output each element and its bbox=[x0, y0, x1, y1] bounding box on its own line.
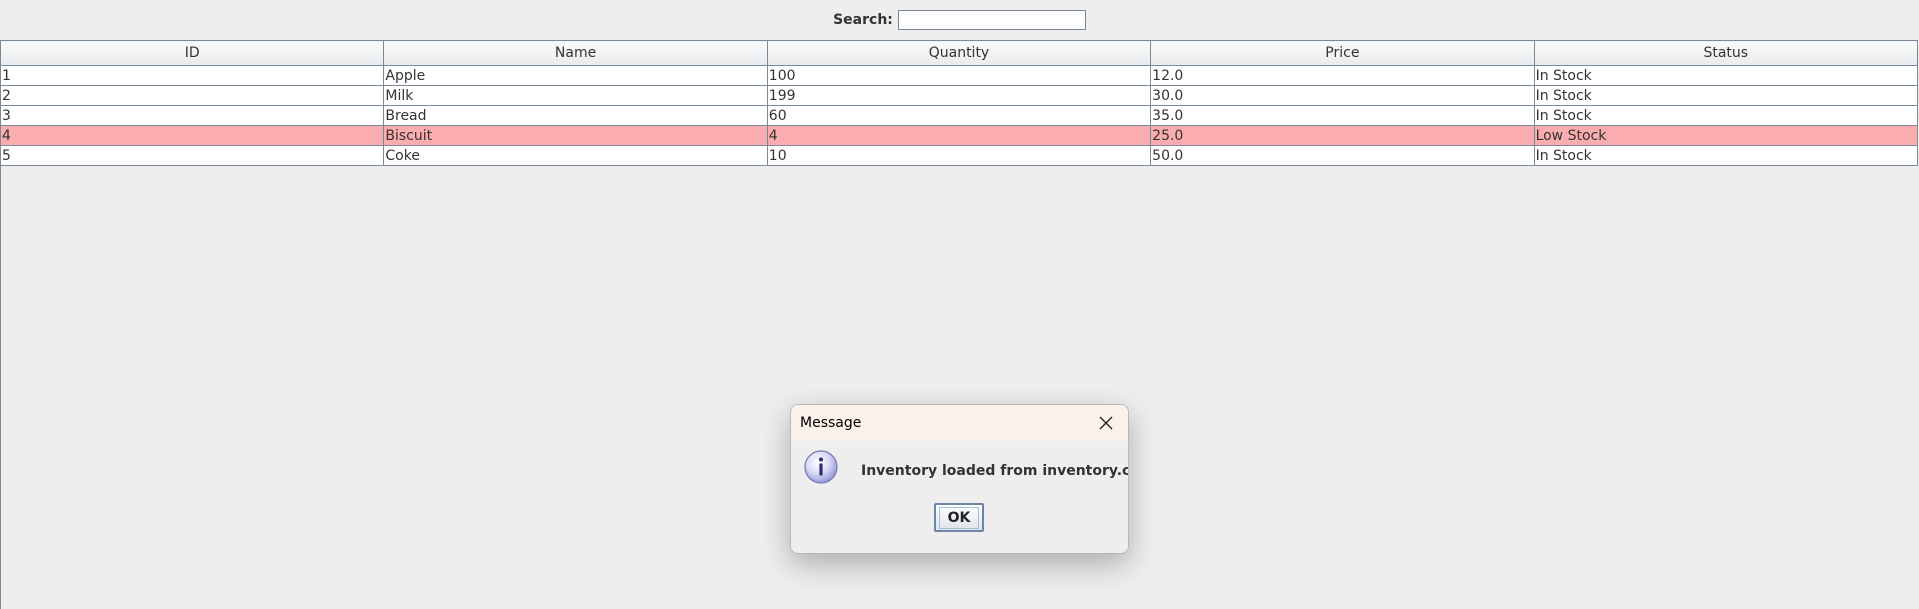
table-row[interactable]: 2 Milk 199 30.0 In Stock bbox=[0, 85, 1918, 106]
table-header-row: ID Name Quantity Price Status bbox=[0, 40, 1918, 66]
cell-name[interactable]: Apple bbox=[383, 65, 768, 86]
info-icon bbox=[804, 450, 838, 484]
cell-id[interactable]: 3 bbox=[0, 105, 385, 126]
cell-price[interactable]: 25.0 bbox=[1150, 125, 1535, 146]
cell-status[interactable]: In Stock bbox=[1533, 65, 1918, 86]
search-bar: Search: bbox=[0, 0, 1919, 40]
table-row[interactable]: 3 Bread 60 35.0 In Stock bbox=[0, 105, 1918, 126]
cell-quantity[interactable]: 10 bbox=[766, 145, 1152, 166]
cell-status[interactable]: In Stock bbox=[1533, 85, 1918, 106]
inventory-table: ID Name Quantity Price Status 1 Apple 10… bbox=[0, 40, 1918, 166]
cell-price[interactable]: 12.0 bbox=[1150, 65, 1535, 86]
cell-quantity[interactable]: 60 bbox=[766, 105, 1152, 126]
cell-name[interactable]: Milk bbox=[383, 85, 768, 106]
cell-id[interactable]: 5 bbox=[0, 145, 385, 166]
cell-id[interactable]: 4 bbox=[0, 125, 385, 146]
column-header-status[interactable]: Status bbox=[1533, 40, 1918, 66]
ok-button-label: OK bbox=[938, 506, 980, 529]
cell-id[interactable]: 2 bbox=[0, 85, 385, 106]
cell-status[interactable]: In Stock bbox=[1533, 145, 1918, 166]
cell-quantity[interactable]: 199 bbox=[766, 85, 1152, 106]
cell-price[interactable]: 30.0 bbox=[1150, 85, 1535, 106]
cell-price[interactable]: 35.0 bbox=[1150, 105, 1535, 126]
table-row[interactable]: 1 Apple 100 12.0 In Stock bbox=[0, 65, 1918, 86]
cell-quantity[interactable]: 4 bbox=[766, 125, 1152, 146]
column-header-name[interactable]: Name bbox=[383, 40, 768, 66]
table-row[interactable]: 5 Coke 10 50.0 In Stock bbox=[0, 145, 1918, 166]
table-row-low-stock[interactable]: 4 Biscuit 4 25.0 Low Stock bbox=[0, 125, 1918, 146]
dialog-body: Inventory loaded from inventory.csv OK bbox=[791, 441, 1128, 553]
cell-status[interactable]: In Stock bbox=[1533, 105, 1918, 126]
cell-name[interactable]: Biscuit bbox=[383, 125, 768, 146]
app-window: Search: ID Name Quantity Price Status 1 … bbox=[0, 0, 1919, 609]
close-icon bbox=[1099, 416, 1113, 430]
ok-button[interactable]: OK bbox=[934, 503, 984, 532]
column-header-id[interactable]: ID bbox=[0, 40, 385, 66]
message-dialog: Message Inventory loaded from inventory.… bbox=[790, 404, 1129, 554]
dialog-title: Message bbox=[800, 415, 862, 431]
cell-quantity[interactable]: 100 bbox=[766, 65, 1152, 86]
dialog-titlebar[interactable]: Message bbox=[791, 405, 1128, 441]
search-label: Search: bbox=[833, 12, 893, 28]
cell-id[interactable]: 1 bbox=[0, 65, 385, 86]
inventory-table-container: ID Name Quantity Price Status 1 Apple 10… bbox=[0, 40, 1919, 166]
table-left-border bbox=[0, 164, 1, 609]
search-input[interactable] bbox=[897, 10, 1086, 30]
close-button[interactable] bbox=[1094, 411, 1118, 435]
cell-name[interactable]: Bread bbox=[383, 105, 768, 126]
dialog-message: Inventory loaded from inventory.csv bbox=[861, 463, 1129, 479]
column-header-quantity[interactable]: Quantity bbox=[766, 40, 1152, 66]
cell-status[interactable]: Low Stock bbox=[1533, 125, 1918, 146]
column-header-price[interactable]: Price bbox=[1150, 40, 1535, 66]
cell-name[interactable]: Coke bbox=[383, 145, 768, 166]
cell-price[interactable]: 50.0 bbox=[1150, 145, 1535, 166]
